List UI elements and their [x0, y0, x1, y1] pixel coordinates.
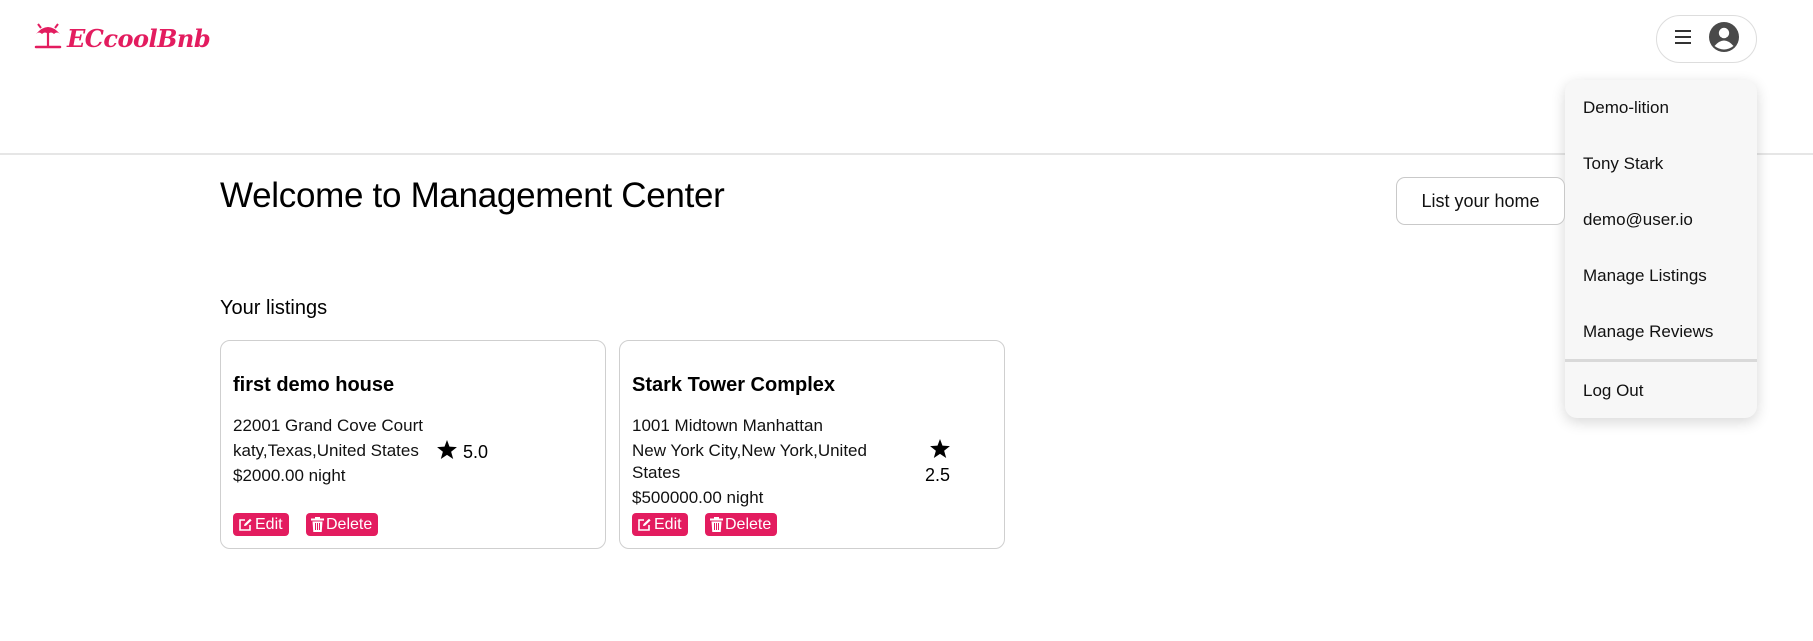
edit-button[interactable]: Edit: [233, 513, 289, 536]
menu-divider: [1565, 359, 1757, 362]
listing-rating: 2.5: [925, 439, 950, 486]
menu-item-manage-reviews[interactable]: Manage Reviews: [1583, 322, 1713, 342]
delete-label: Delete: [326, 515, 373, 533]
listing-price: $500000.00 night: [632, 488, 764, 507]
listing-name: first demo house: [233, 374, 395, 396]
listing-card[interactable]: Stark Tower Complex 1001 Midtown Manhatt…: [619, 340, 1005, 549]
top-header: ECcoolBnb: [0, 0, 1813, 155]
listing-card[interactable]: first demo house 22001 Grand Cove Court …: [220, 340, 606, 549]
rating-value: 5.0: [463, 441, 489, 462]
listing-rating: 5.0: [437, 440, 488, 464]
user-menu-button[interactable]: [1656, 15, 1757, 63]
star-icon: [929, 439, 950, 463]
listing-name: Stark Tower Complex: [632, 374, 836, 396]
logo-text: ECcoolBnb: [67, 24, 211, 53]
listing-price: $2000.00 night: [233, 466, 346, 485]
trash-icon: [710, 517, 723, 532]
umbrella-logo-icon: [33, 22, 63, 55]
delete-button[interactable]: Delete: [705, 513, 778, 536]
user-dropdown-menu: Demo-lition Tony Stark demo@user.io Mana…: [1565, 80, 1757, 418]
edit-button[interactable]: Edit: [632, 513, 688, 536]
page-title: Welcome to Management Center: [220, 176, 725, 215]
edit-label: Edit: [654, 515, 682, 533]
delete-label: Delete: [725, 515, 772, 533]
menu-item-manage-listings[interactable]: Manage Listings: [1583, 266, 1707, 286]
rating-value: 2.5: [925, 465, 951, 485]
hamburger-menu-icon: [1674, 29, 1693, 49]
user-avatar-icon: [1708, 21, 1739, 57]
edit-icon: [637, 518, 652, 532]
trash-icon: [311, 517, 324, 532]
logout-button[interactable]: Log Out: [1583, 381, 1644, 401]
edit-label: Edit: [255, 515, 283, 533]
list-your-home-button[interactable]: List your home: [1396, 177, 1565, 225]
listing-address: 22001 Grand Cove Court: [233, 416, 423, 435]
menu-item-fullname: Tony Stark: [1583, 154, 1664, 173]
edit-icon: [238, 518, 253, 532]
listing-location-line1: New York City,New York,United: [632, 441, 867, 460]
listing-location: katy,Texas,United States: [233, 441, 419, 460]
listing-address: 1001 Midtown Manhattan: [632, 416, 823, 435]
logo[interactable]: ECcoolBnb: [33, 22, 211, 55]
menu-item-username: Demo-lition: [1583, 98, 1669, 117]
delete-button[interactable]: Delete: [306, 513, 379, 536]
star-icon: [437, 440, 457, 464]
listing-location-line2: States: [632, 463, 681, 482]
listings-section-title: Your listings: [220, 297, 328, 319]
menu-item-email: demo@user.io: [1583, 210, 1693, 229]
